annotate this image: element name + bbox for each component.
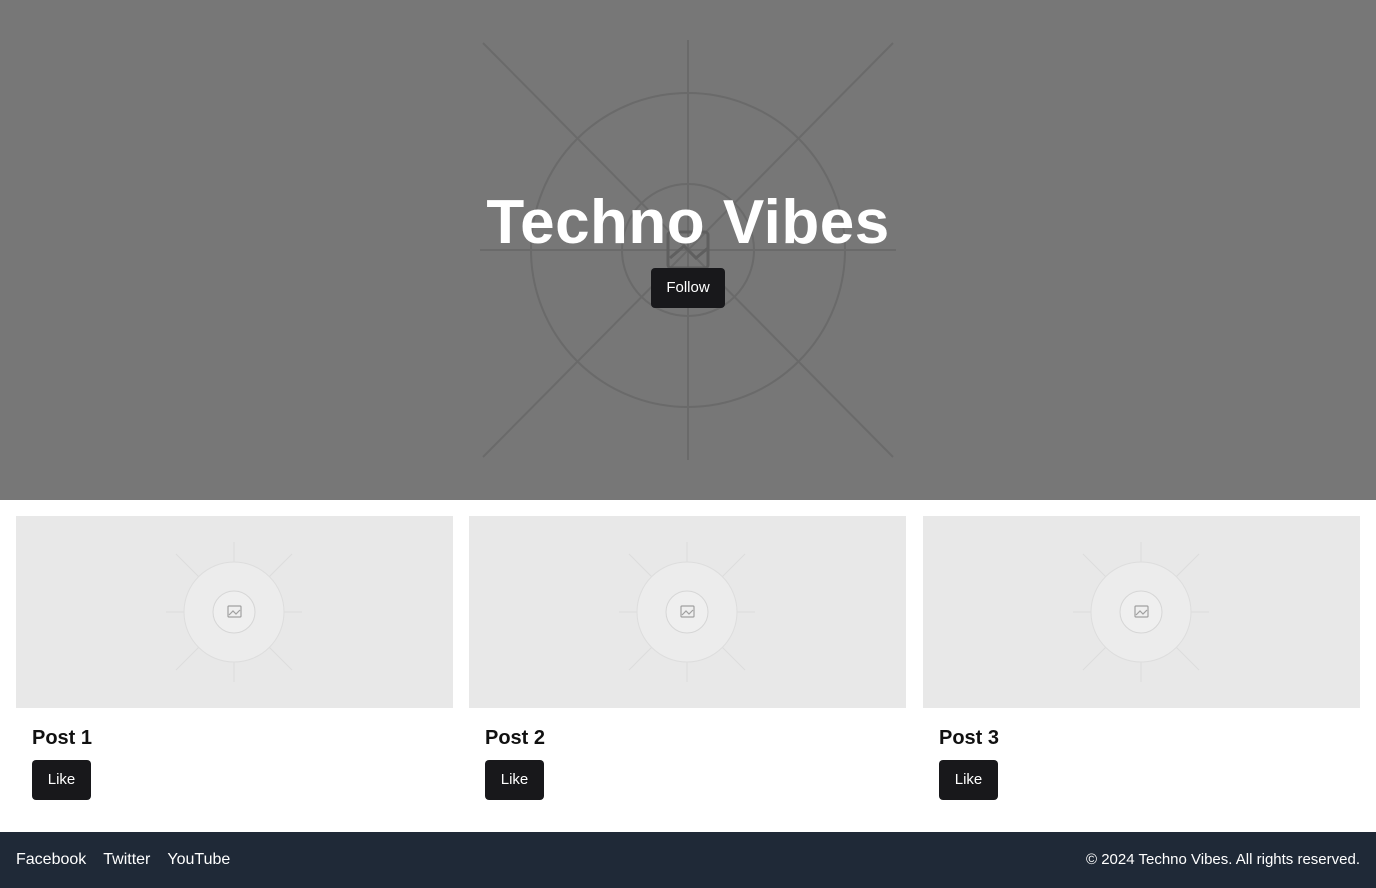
post-title: Post 3 [939,727,1000,749]
like-button[interactable]: Like [485,760,544,800]
site-footer: Facebook Twitter YouTube © 2024 Techno V… [0,832,1376,888]
social-links: Facebook Twitter YouTube [16,832,230,888]
post-card: Post 2 Like [469,516,906,816]
like-button[interactable]: Like [32,760,91,800]
page-title: Techno Vibes [486,188,890,257]
post-title: Post 1 [32,727,93,749]
hero-banner: Techno Vibes Follow [0,0,1376,500]
post-card: Post 3 Like [923,516,1360,816]
post-image [469,516,906,708]
copyright-text: © 2024 Techno Vibes. All rights reserved… [1086,851,1360,868]
facebook-link[interactable]: Facebook [16,851,86,869]
twitter-link[interactable]: Twitter [103,851,150,869]
youtube-link[interactable]: YouTube [167,851,230,869]
follow-button[interactable]: Follow [651,268,725,308]
like-button[interactable]: Like [939,760,998,800]
post-card: Post 1 Like [16,516,453,816]
post-image [923,516,1360,708]
post-title: Post 2 [485,727,546,749]
posts-grid: Post 1 Like Post 2 Like Post 3 Like [0,500,1376,832]
post-image [16,516,453,708]
